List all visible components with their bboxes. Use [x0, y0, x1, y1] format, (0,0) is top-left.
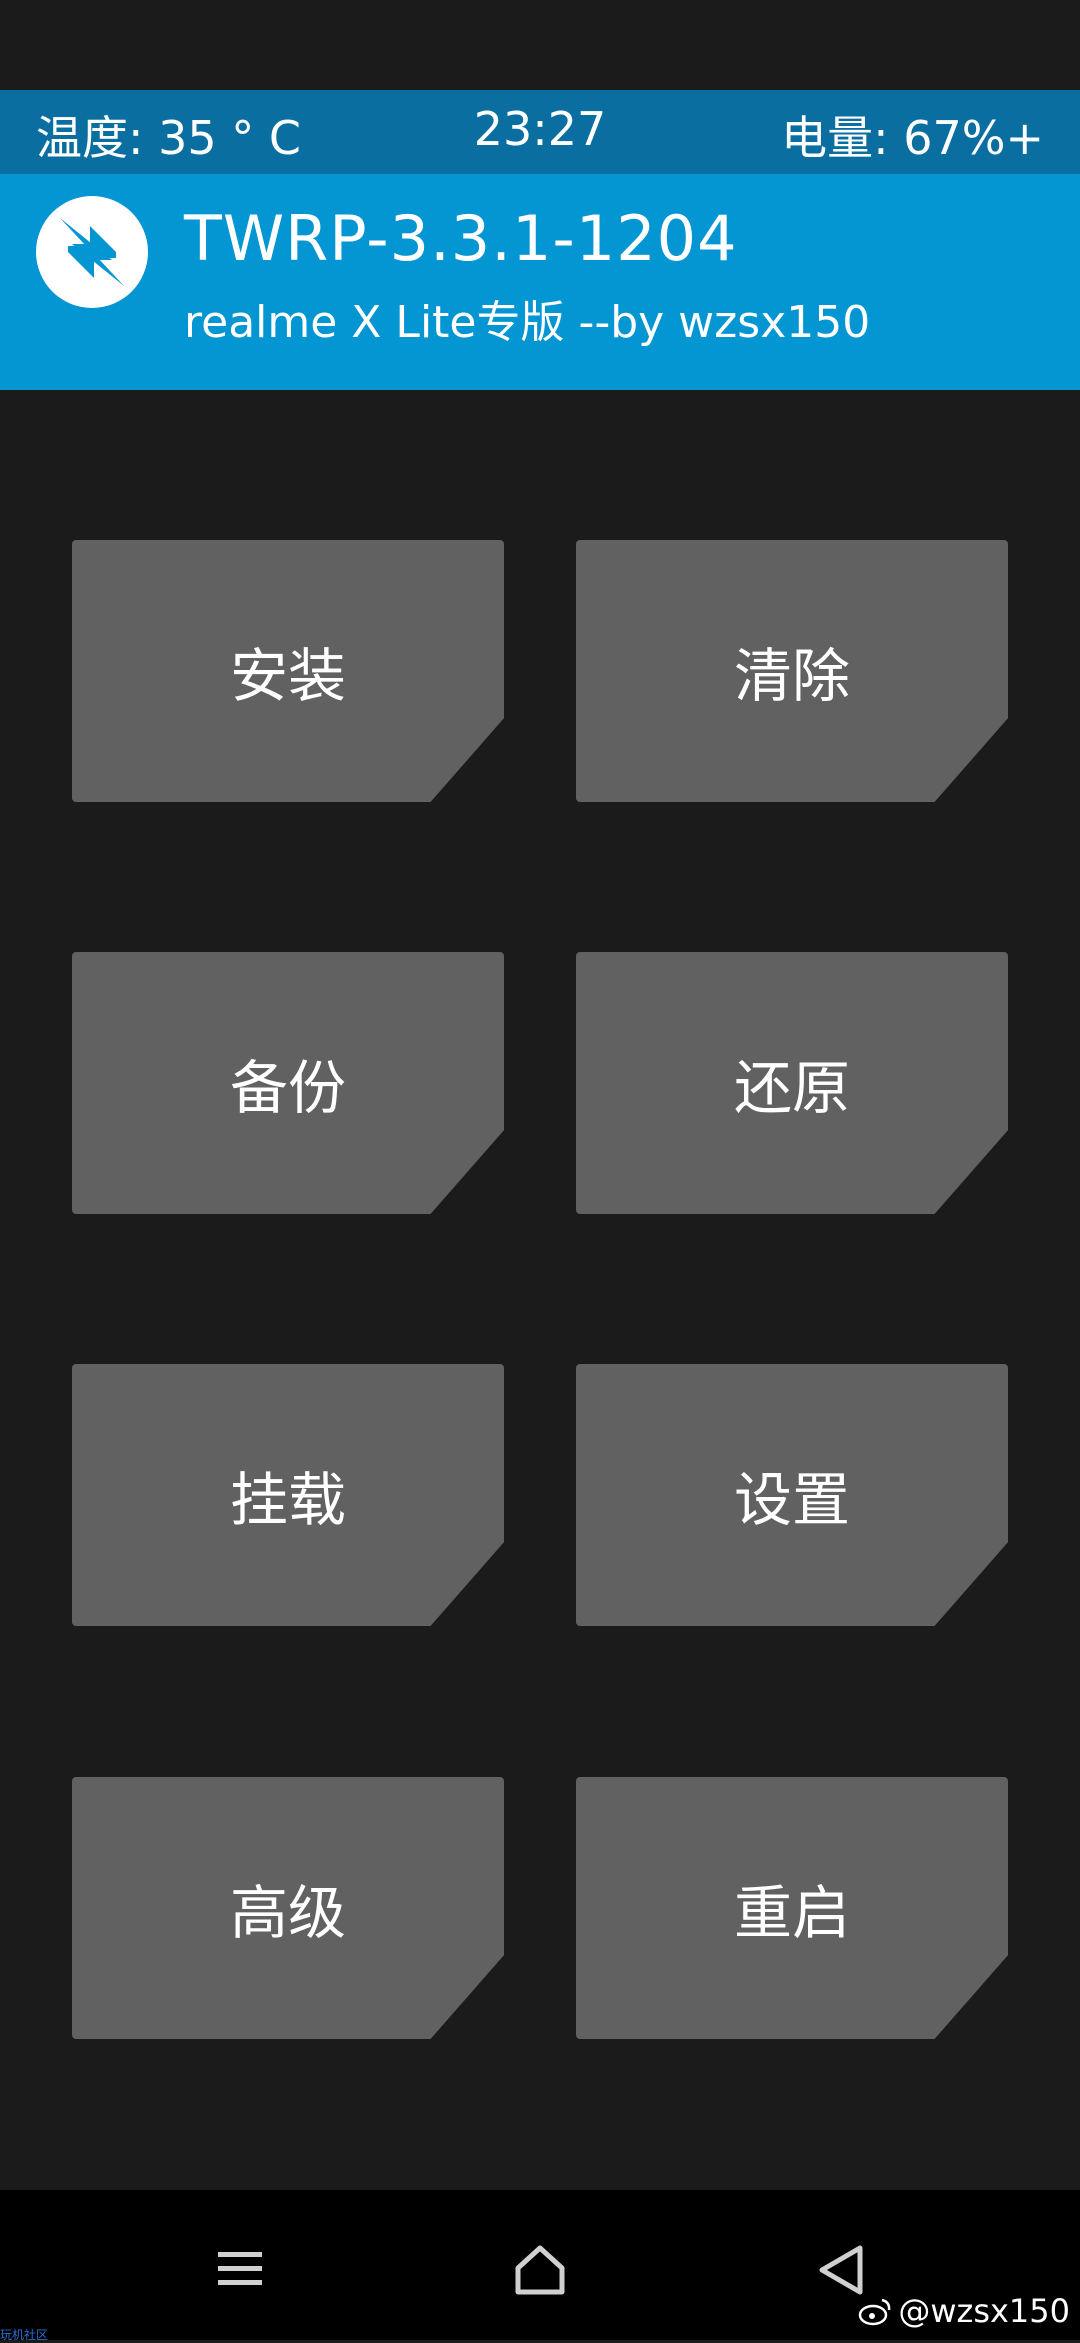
restore-button[interactable]: 还原: [576, 952, 1008, 1214]
home-icon[interactable]: [510, 2240, 570, 2300]
corner-tag: 玩机社区: [0, 2328, 49, 2342]
install-button[interactable]: 安装: [72, 540, 504, 802]
menu-icon[interactable]: [210, 2240, 270, 2300]
mount-button[interactable]: 挂载: [72, 1364, 504, 1626]
weibo-icon: [859, 2298, 891, 2326]
settings-button[interactable]: 设置: [576, 1364, 1008, 1626]
reboot-button[interactable]: 重启: [576, 1777, 1008, 2039]
back-icon[interactable]: [810, 2240, 870, 2300]
app-header: TWRP-3.3.1-1204 realme X Lite专版 --by wzs…: [0, 174, 1080, 390]
wipe-button[interactable]: 清除: [576, 540, 1008, 802]
watermark: @wzsx150: [858, 2292, 1070, 2330]
backup-button[interactable]: 备份: [72, 952, 504, 1214]
status-bar: 温度: 35 ° C 23:27 电量: 67%+: [0, 90, 1080, 174]
watermark-text: @wzsx150: [898, 2292, 1070, 2330]
app-subtitle: realme X Lite专版 --by wzsx150: [184, 297, 871, 348]
top-gap: [0, 0, 1080, 90]
app-title: TWRP-3.3.1-1204: [184, 202, 738, 275]
battery-text: 电量: 67%+: [781, 111, 1044, 165]
twrp-logo-icon: [36, 196, 148, 308]
advanced-button[interactable]: 高级: [72, 1777, 504, 2039]
